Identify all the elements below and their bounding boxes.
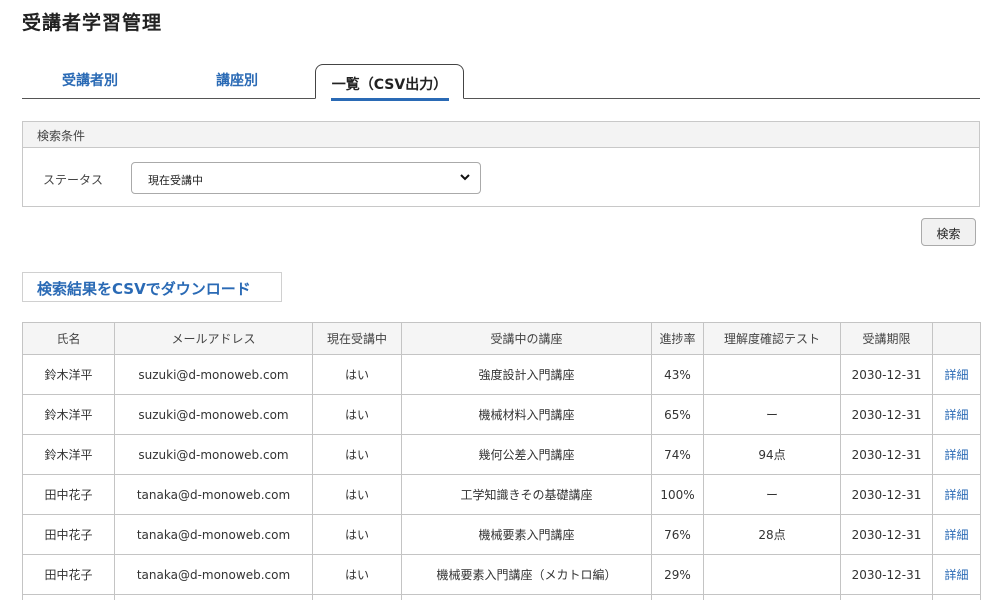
cell-email: tanaka@d-monoweb.com [114, 554, 313, 595]
cell-test: ー [703, 394, 841, 435]
column-header-email: メールアドレス [114, 322, 313, 355]
csv-download-button[interactable]: 検索結果をCSVでダウンロード [22, 272, 282, 302]
cell-name: 田中花子 [22, 474, 115, 515]
cell-deadline: 2030-12-31 [840, 354, 933, 395]
table-row: 田中花子 tanaka@d-monoweb.com はい 機械要素入門講座（メカ… [22, 554, 981, 595]
page-title: 受講者学習管理 [22, 12, 163, 34]
cell-deadline: 2030-12-31 [840, 434, 933, 475]
column-header-test: 理解度確認テスト [703, 322, 841, 355]
cell-email: tanaka@d-monoweb.com [114, 474, 313, 515]
tab-list-csv-label: 一覧（CSV出力） [331, 77, 448, 93]
cell-course: 機械要素入門講座 [401, 514, 652, 555]
cell-test: 28点 [703, 514, 841, 555]
table-row-partial [22, 594, 981, 600]
cell-active: はい [312, 554, 402, 595]
cell-progress: 43% [651, 354, 704, 395]
cell-name: 鈴木洋平 [22, 354, 115, 395]
cell-active: はい [312, 394, 402, 435]
cell-email: tanaka@d-monoweb.com [114, 514, 313, 555]
cell-deadline: 2030-12-31 [840, 514, 933, 555]
cell-active: はい [312, 354, 402, 395]
column-header-progress: 進捗率 [651, 322, 704, 355]
detail-link[interactable]: 詳細 [932, 434, 981, 475]
table-row: 田中花子 tanaka@d-monoweb.com はい 機械要素入門講座 76… [22, 514, 981, 555]
cell-active: はい [312, 434, 402, 475]
cell-name: 田中花子 [22, 514, 115, 555]
chevron-down-icon [460, 174, 470, 181]
cell-email: suzuki@d-monoweb.com [114, 394, 313, 435]
detail-link[interactable]: 詳細 [932, 554, 981, 595]
search-button[interactable]: 検索 [921, 218, 976, 246]
table-header-row: 氏名 メールアドレス 現在受講中 受講中の講座 進捗率 理解度確認テスト 受講期… [22, 322, 981, 355]
cell-active: はい [312, 474, 402, 515]
column-header-deadline: 受講期限 [840, 322, 933, 355]
active-tab-indicator [330, 98, 449, 101]
tab-by-student[interactable]: 受講者別 [62, 70, 118, 90]
cell-test: 94点 [703, 434, 841, 475]
cell-test [703, 354, 841, 395]
cell-progress: 100% [651, 474, 704, 515]
status-select-value: 現在受講中 [148, 174, 203, 187]
detail-link[interactable]: 詳細 [932, 514, 981, 555]
status-select[interactable]: 現在受講中 [131, 162, 481, 194]
cell-active: はい [312, 514, 402, 555]
column-header-course: 受講中の講座 [401, 322, 652, 355]
table-row: 鈴木洋平 suzuki@d-monoweb.com はい 幾何公差入門講座 74… [22, 434, 981, 475]
cell-test [703, 554, 841, 595]
column-header-detail [932, 322, 981, 355]
cell-email: suzuki@d-monoweb.com [114, 354, 313, 395]
results-table: 氏名 メールアドレス 現在受講中 受講中の講座 進捗率 理解度確認テスト 受講期… [22, 322, 981, 600]
cell-course: 機械材料入門講座 [401, 394, 652, 435]
detail-link[interactable]: 詳細 [932, 354, 981, 395]
table-row: 田中花子 tanaka@d-monoweb.com はい 工学知識きその基礎講座… [22, 474, 981, 515]
cell-name: 鈴木洋平 [22, 394, 115, 435]
cell-deadline: 2030-12-31 [840, 394, 933, 435]
cell-progress: 65% [651, 394, 704, 435]
column-header-name: 氏名 [22, 322, 115, 355]
cell-name: 鈴木洋平 [22, 434, 115, 475]
column-header-active: 現在受講中 [312, 322, 402, 355]
cell-test: ー [703, 474, 841, 515]
cell-name: 田中花子 [22, 554, 115, 595]
search-conditions-header: 検索条件 [23, 122, 979, 148]
search-conditions-panel: 検索条件 ステータス 現在受講中 [22, 121, 980, 207]
cell-progress: 74% [651, 434, 704, 475]
cell-deadline: 2030-12-31 [840, 554, 933, 595]
table-row: 鈴木洋平 suzuki@d-monoweb.com はい 機械材料入門講座 65… [22, 394, 981, 435]
cell-email: suzuki@d-monoweb.com [114, 434, 313, 475]
tab-list-csv[interactable]: 一覧（CSV出力） [315, 64, 464, 101]
detail-link[interactable]: 詳細 [932, 394, 981, 435]
cell-progress: 76% [651, 514, 704, 555]
cell-course: 工学知識きその基礎講座 [401, 474, 652, 515]
table-row: 鈴木洋平 suzuki@d-monoweb.com はい 強度設計入門講座 43… [22, 354, 981, 395]
cell-course: 強度設計入門講座 [401, 354, 652, 395]
cell-progress: 29% [651, 554, 704, 595]
status-label: ステータス [43, 173, 104, 187]
cell-course: 幾何公差入門講座 [401, 434, 652, 475]
tab-bar: 受講者別 講座別 一覧（CSV出力） [22, 64, 980, 101]
cell-course: 機械要素入門講座（メカトロ編） [401, 554, 652, 595]
cell-deadline: 2030-12-31 [840, 474, 933, 515]
tab-by-course[interactable]: 講座別 [216, 70, 258, 90]
detail-link[interactable]: 詳細 [932, 474, 981, 515]
